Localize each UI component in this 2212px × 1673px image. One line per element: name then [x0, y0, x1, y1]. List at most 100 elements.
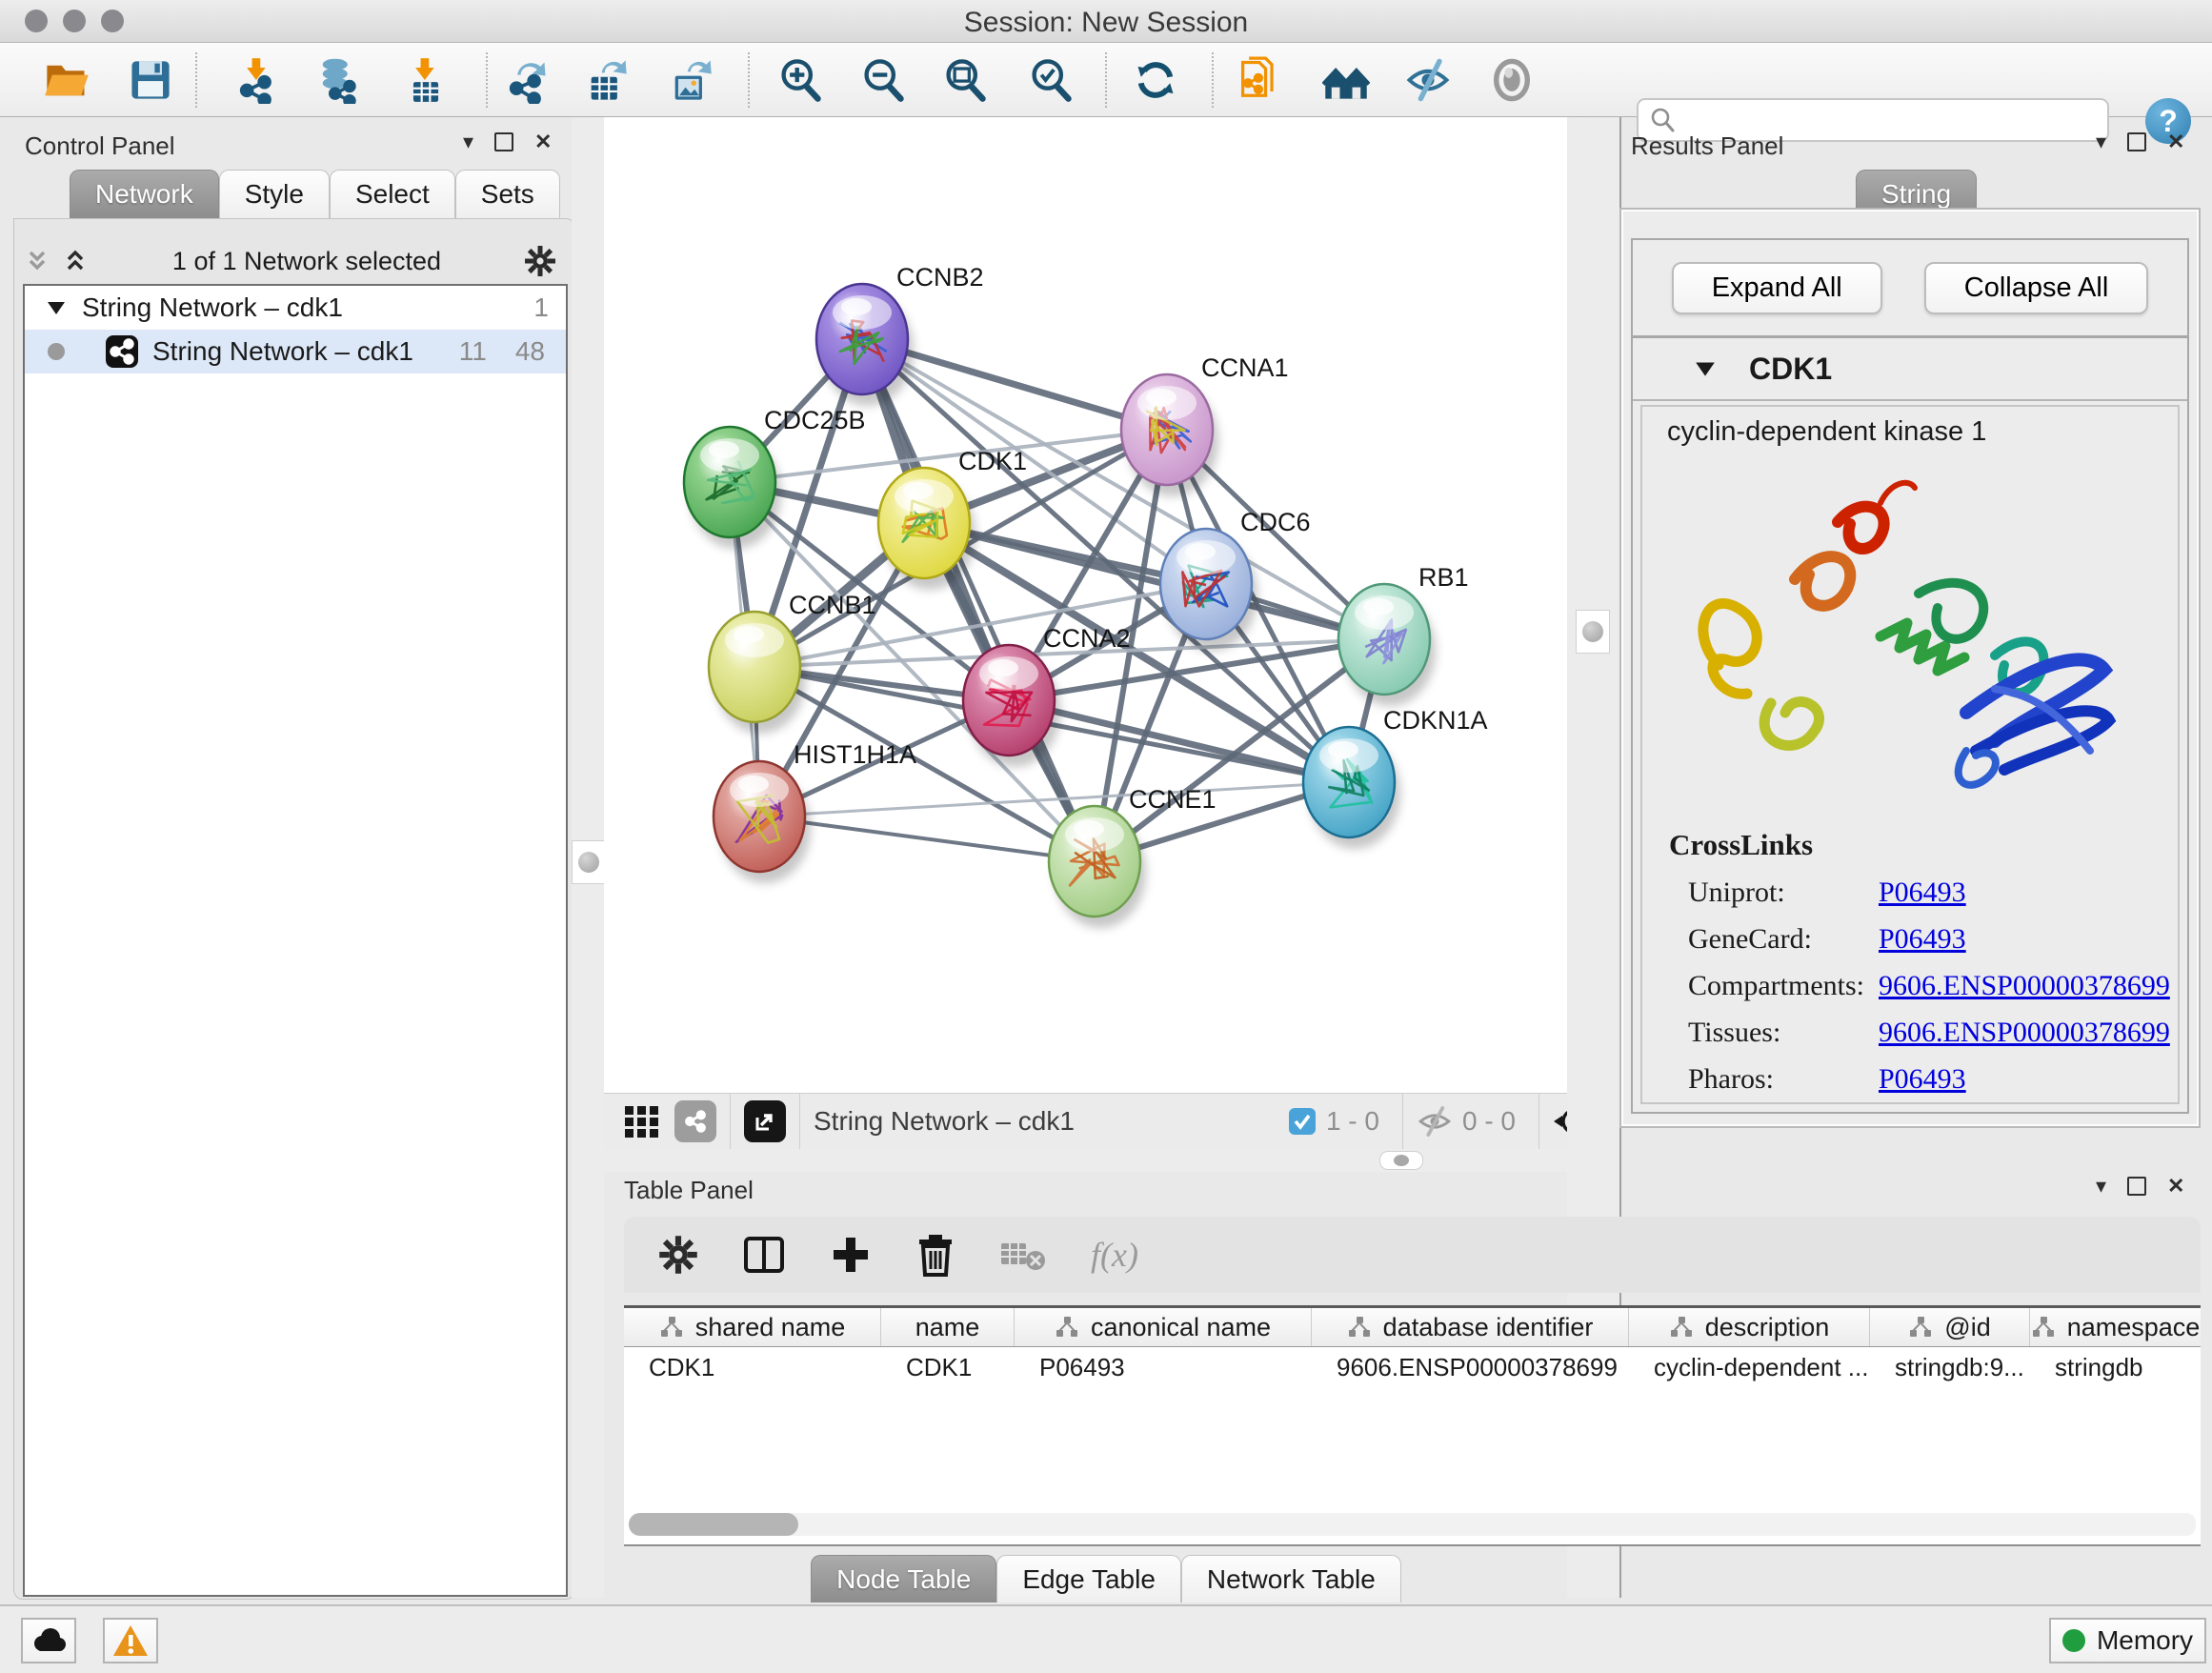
svg-text:HIST1H1A: HIST1H1A [794, 740, 916, 769]
table-row[interactable]: CDK1 CDK1 P06493 9606.ENSP00000378699 cy… [624, 1347, 2201, 1387]
tree-expand-arrow-icon[interactable] [46, 297, 67, 318]
tab-sets[interactable]: Sets [455, 170, 560, 218]
expand-all-chevron-icon[interactable] [61, 247, 90, 275]
tissues-link[interactable]: 9606.ENSP00000378699 [1879, 1017, 2170, 1049]
network-canvas[interactable]: CCNB2CCNA1CDC25BCDK1CDC6RB1CCNB1CCNA2CDK… [604, 117, 1612, 1093]
column-header-description[interactable]: description [1629, 1308, 1870, 1346]
gray-eye-icon[interactable] [1488, 56, 1536, 104]
close-panel-icon[interactable]: ✕ [2167, 131, 2184, 152]
import-network-icon[interactable] [233, 56, 281, 104]
right-splitter-handle[interactable] [1576, 610, 1610, 654]
float-panel-icon[interactable]: ▾ [463, 131, 473, 152]
tab-edge-table[interactable]: Edge Table [996, 1555, 1181, 1602]
memory-button[interactable]: Memory [2049, 1618, 2206, 1663]
cell-description[interactable]: cyclin-dependent ... [1629, 1347, 1870, 1387]
refresh-icon[interactable] [1132, 56, 1179, 104]
maximize-panel-icon[interactable] [494, 132, 513, 151]
gear-icon[interactable] [524, 245, 556, 277]
table-horizontal-scrollbar[interactable] [629, 1513, 2196, 1536]
horizontal-splitter-handle[interactable] [1379, 1151, 1423, 1170]
tab-style[interactable]: Style [219, 170, 330, 218]
result-entry-header[interactable]: CDK1 [1633, 338, 2187, 401]
add-icon[interactable] [830, 1234, 872, 1276]
save-icon[interactable] [127, 56, 174, 104]
column-header-name[interactable]: name [881, 1308, 1015, 1346]
horizontal-splitter[interactable] [604, 1149, 1612, 1172]
maximize-panel-icon[interactable] [2127, 132, 2146, 151]
float-panel-icon[interactable]: ▾ [2096, 1176, 2106, 1197]
scrollbar-thumb[interactable] [629, 1513, 798, 1536]
cell-database-identifier[interactable]: 9606.ENSP00000378699 [1312, 1347, 1629, 1387]
hide-eye-icon[interactable] [1404, 56, 1452, 104]
column-header-shared-name[interactable]: shared name [624, 1308, 881, 1346]
compartments-link[interactable]: 9606.ENSP00000378699 [1879, 970, 2170, 1002]
collapse-entry-arrow-icon[interactable] [1694, 357, 1717, 380]
crosslinks-title: CrossLinks [1669, 828, 2178, 862]
collapse-all-chevron-icon[interactable] [23, 247, 51, 275]
network-tree-root-row[interactable]: String Network – cdk1 1 [25, 286, 566, 330]
network-column-icon [1055, 1315, 1079, 1340]
network-tree-selected-row[interactable]: String Network – cdk1 11 48 [25, 330, 566, 373]
open-view-icon[interactable] [744, 1100, 786, 1142]
document-share-icon[interactable] [1236, 56, 1283, 104]
column-header-id[interactable]: @id [1870, 1308, 2030, 1346]
houses-icon[interactable] [1322, 56, 1370, 104]
zoom-fit-icon[interactable] [941, 56, 989, 104]
export-table-icon[interactable] [583, 56, 631, 104]
crosslink-row: Tissues: 9606.ENSP00000378699 [1688, 1017, 2178, 1049]
cell-namespace[interactable]: stringdb [2030, 1347, 2201, 1387]
function-icon[interactable]: f(x) [1091, 1235, 1138, 1275]
cell-shared-name[interactable]: CDK1 [624, 1347, 881, 1387]
network-column-icon [1669, 1315, 1694, 1340]
gear-icon[interactable] [658, 1235, 698, 1275]
hidden-eye-icon[interactable] [1417, 1103, 1453, 1139]
toolbar-separator [1105, 52, 1107, 108]
uniprot-link[interactable]: P06493 [1879, 877, 1966, 909]
columns-icon[interactable] [742, 1233, 786, 1277]
cell-name[interactable]: CDK1 [881, 1347, 1015, 1387]
column-header-database-identifier[interactable]: database identifier [1312, 1308, 1629, 1346]
export-image-icon[interactable] [667, 56, 714, 104]
toolbar-separator [1212, 52, 1214, 108]
collapse-all-button[interactable]: Collapse All [1924, 262, 2149, 314]
tab-network-table[interactable]: Network Table [1181, 1555, 1401, 1602]
maximize-panel-icon[interactable] [2127, 1177, 2146, 1196]
string-panel-toggle-icon[interactable] [674, 1100, 716, 1142]
float-panel-icon[interactable]: ▾ [2096, 131, 2106, 152]
column-header-canonical-name[interactable]: canonical name [1015, 1308, 1312, 1346]
network-column-icon [2031, 1315, 2056, 1340]
left-splitter-handle[interactable] [572, 840, 606, 884]
zoom-selected-icon[interactable] [1027, 56, 1075, 104]
export-network-icon[interactable] [503, 56, 551, 104]
zoom-in-icon[interactable] [776, 56, 824, 104]
protein-structure-image [1680, 465, 2157, 808]
crosslink-label: Uniprot: [1688, 877, 1879, 909]
zoom-out-icon[interactable] [859, 56, 907, 104]
memory-label: Memory [2097, 1625, 2193, 1656]
genecard-link[interactable]: P06493 [1879, 923, 1966, 956]
import-database-icon[interactable] [314, 56, 362, 104]
expand-all-button[interactable]: Expand All [1672, 262, 1882, 314]
tab-node-table[interactable]: Node Table [811, 1555, 996, 1602]
delete-table-icon[interactable] [999, 1236, 1047, 1274]
birdseye-grid-icon[interactable] [621, 1100, 663, 1142]
network-graph[interactable]: CCNB2CCNA1CDC25BCDK1CDC6RB1CCNB1CCNA2CDK… [604, 117, 1612, 1093]
column-header-namespace[interactable]: namespace [2030, 1308, 2201, 1346]
node-table: shared name name canonical name database… [624, 1305, 2201, 1546]
open-folder-icon[interactable] [43, 56, 90, 104]
pharos-link[interactable]: P06493 [1879, 1063, 1966, 1096]
tab-select[interactable]: Select [330, 170, 455, 218]
close-panel-icon[interactable]: ✕ [2167, 1176, 2184, 1197]
cell-canonical-name[interactable]: P06493 [1015, 1347, 1312, 1387]
main-toolbar: ? [0, 43, 2212, 117]
selected-counts: 1 - 0 [1326, 1106, 1379, 1137]
cell-id[interactable]: stringdb:9... [1870, 1347, 2030, 1387]
trash-icon[interactable] [915, 1233, 955, 1277]
warning-button[interactable] [103, 1618, 158, 1663]
cloud-button[interactable] [21, 1618, 76, 1663]
search-icon [1648, 106, 1677, 134]
close-panel-icon[interactable]: ✕ [534, 131, 552, 152]
selected-checkbox-icon[interactable] [1288, 1107, 1317, 1136]
tab-network[interactable]: Network [70, 170, 219, 218]
import-table-icon[interactable] [402, 56, 450, 104]
